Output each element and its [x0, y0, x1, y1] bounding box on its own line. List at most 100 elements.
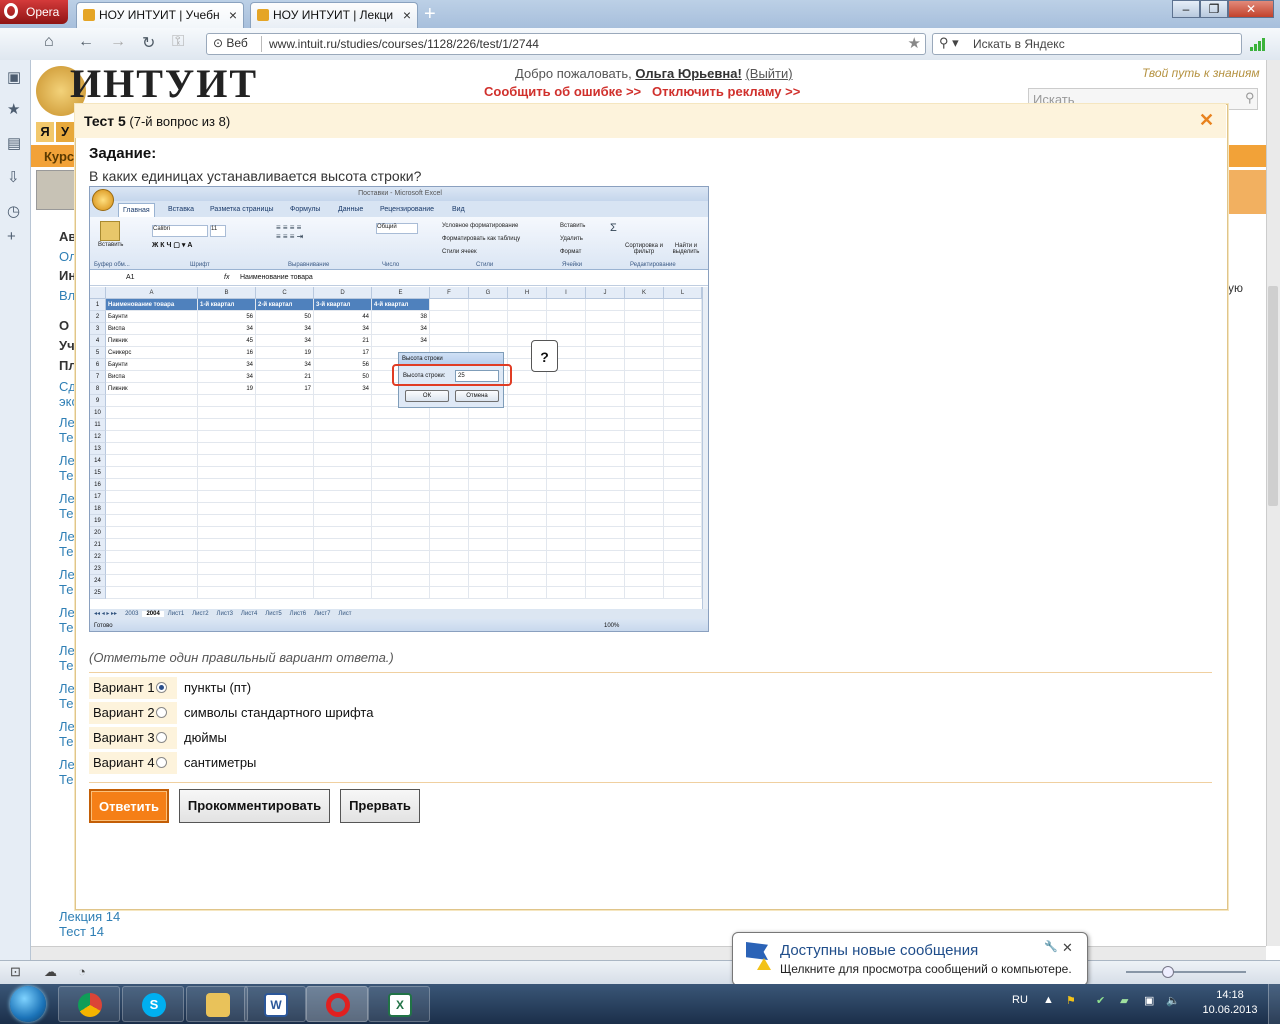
side-link[interactable]: Те	[59, 544, 73, 559]
side-link[interactable]: Те	[59, 430, 73, 445]
taskbar-word[interactable]: W	[244, 986, 306, 1022]
panel-toggle-icon[interactable]: ⊡	[10, 964, 21, 980]
taskbar-chrome[interactable]	[58, 986, 120, 1022]
taskbar-skype[interactable]: S	[122, 986, 184, 1022]
side-link[interactable]: Ле	[59, 681, 75, 696]
volume-icon[interactable]: 🔈	[1166, 994, 1180, 1007]
side-link[interactable]: Те	[59, 696, 73, 711]
tab-close-icon[interactable]: ×	[403, 3, 411, 27]
zoom-slider[interactable]	[1126, 971, 1246, 973]
side-link[interactable]: Те	[59, 658, 73, 673]
new-tab-icon[interactable]: +	[424, 4, 436, 24]
speedometer-icon[interactable]: ◔	[78, 964, 86, 979]
speed-dial-icon[interactable]: ▣	[7, 68, 21, 86]
notification-text[interactable]: Щелкните для просмотра сообщений о компь…	[780, 962, 1072, 976]
option-radio[interactable]	[156, 757, 167, 768]
site-search-icon[interactable]: ⚲	[1245, 90, 1255, 106]
side-link[interactable]: Ле	[59, 643, 75, 658]
option-text[interactable]: пункты (пт)	[184, 680, 251, 695]
start-button[interactable]	[2, 984, 56, 1024]
excel-group-label: Ячейки	[562, 262, 583, 268]
taskbar-excel[interactable]: X	[368, 986, 430, 1022]
side-link[interactable]: Ле	[59, 491, 75, 506]
side-link[interactable]: Ле	[59, 529, 75, 544]
show-desktop-button[interactable]	[1268, 984, 1280, 1024]
side-link[interactable]: Те	[59, 582, 73, 597]
comment-button[interactable]: Прокомментировать	[179, 789, 330, 823]
zoom-slider-handle[interactable]	[1162, 966, 1174, 978]
opera-menu-button[interactable]: Opera	[0, 0, 68, 24]
answer-option[interactable]: Вариант 1 пункты (пт)	[89, 677, 1212, 701]
minimize-button[interactable]: –	[1172, 0, 1200, 18]
side-link[interactable]: Те	[59, 506, 73, 521]
tab-1[interactable]: НОУ ИНТУИТ | Учебн... ×	[76, 2, 244, 28]
close-window-button[interactable]: ✕	[1228, 0, 1274, 18]
side-link[interactable]: Ле	[59, 605, 75, 620]
network-icon[interactable]: ▣	[1144, 994, 1154, 1007]
test-14-link[interactable]: Тест 14	[59, 924, 104, 939]
user-name-link[interactable]: Ольга Юрьевна!	[635, 66, 741, 81]
side-link[interactable]: Те	[59, 734, 73, 749]
notes-icon[interactable]: ▤	[7, 134, 21, 152]
side-link[interactable]: Ле	[59, 415, 75, 430]
option-radio[interactable]	[156, 707, 167, 718]
option-text[interactable]: сантиметры	[184, 755, 256, 770]
key-icon[interactable]: ⚿	[172, 33, 184, 51]
tab-2[interactable]: НОУ ИНТУИТ | Лекци... ×	[250, 2, 418, 28]
side-link[interactable]: Ол	[59, 249, 77, 264]
restore-button[interactable]: ❐	[1200, 0, 1228, 18]
side-link[interactable]: Те	[59, 772, 73, 787]
downloads-icon[interactable]: ⇩	[7, 168, 20, 186]
address-bar[interactable]: ⊙ Веб www.intuit.ru/studies/courses/1128…	[206, 33, 926, 55]
clock[interactable]: 14:18 10.06.2013	[1200, 988, 1260, 1018]
side-link[interactable]: Ле	[59, 453, 75, 468]
turbo-cloud-icon[interactable]: ☁	[44, 964, 57, 980]
side-link[interactable]: Те	[59, 620, 73, 635]
answer-option[interactable]: Вариант 4 сантиметры	[89, 752, 1212, 776]
report-error-link[interactable]: Сообщить об ошибке >>	[484, 84, 641, 99]
option-text[interactable]: дюймы	[184, 730, 227, 745]
language-indicator[interactable]: RU	[1012, 994, 1028, 1006]
side-link[interactable]: Вл	[59, 288, 75, 303]
tray-app-icon[interactable]: ✔	[1096, 994, 1105, 1007]
url-text[interactable]: www.intuit.ru/studies/courses/1128/226/t…	[269, 37, 539, 51]
taskbar-explorer[interactable]	[186, 986, 248, 1022]
answer-option[interactable]: Вариант 2 символы стандартного шрифта	[89, 702, 1212, 726]
notification-title[interactable]: Доступны новые сообщения	[780, 942, 978, 959]
side-link[interactable]: Те	[59, 468, 73, 483]
bookmark-star-icon[interactable]: ★	[908, 34, 921, 52]
history-icon[interactable]: ◷	[7, 202, 20, 220]
bookmarks-icon[interactable]: ★	[7, 100, 20, 118]
side-link[interactable]: Ле	[59, 567, 75, 582]
option-radio[interactable]	[156, 732, 167, 743]
action-center-icon[interactable]: ⚑	[1066, 994, 1076, 1007]
reload-icon[interactable]: ↻	[142, 33, 155, 53]
forward-icon[interactable]: →	[110, 33, 126, 51]
logout-link[interactable]: (Выйти)	[745, 66, 792, 81]
abort-button[interactable]: Прервать	[340, 789, 420, 823]
side-link[interactable]: Ле	[59, 757, 75, 772]
notification-close-icon[interactable]: ✕	[1062, 940, 1073, 956]
excel-cell	[469, 443, 508, 455]
dialog-close-icon[interactable]: ✕	[1199, 110, 1214, 131]
add-panel-icon[interactable]: +	[7, 228, 16, 245]
notification-settings-icon[interactable]: 🔧	[1044, 940, 1058, 953]
answer-button[interactable]: Ответить	[89, 789, 169, 823]
side-link[interactable]: Ле	[59, 719, 75, 734]
taskbar-opera[interactable]	[306, 986, 368, 1022]
notification-balloon[interactable]	[732, 932, 1088, 986]
back-icon[interactable]: ←	[78, 33, 94, 51]
site-logo-text[interactable]: ИНТУИТ	[70, 60, 258, 107]
disable-ads-link[interactable]: Отключить рекламу >>	[652, 84, 800, 99]
tray-app-icon[interactable]: ▰	[1120, 994, 1128, 1007]
home-icon[interactable]: ⌂	[44, 33, 54, 51]
answer-option[interactable]: Вариант 3 дюймы	[89, 727, 1212, 751]
option-text[interactable]: символы стандартного шрифта	[184, 705, 373, 720]
show-hidden-icons[interactable]: ▲	[1043, 994, 1054, 1006]
option-radio[interactable]	[156, 682, 167, 693]
side-link[interactable]: Сд	[59, 379, 76, 394]
lecture-14-link[interactable]: Лекция 14	[59, 909, 120, 924]
vertical-scroll-thumb[interactable]	[1268, 286, 1278, 506]
tab-close-icon[interactable]: ×	[229, 3, 237, 27]
yandex-search-field[interactable]: ⚲ ▾ Искать в Яндекс	[932, 33, 1242, 55]
